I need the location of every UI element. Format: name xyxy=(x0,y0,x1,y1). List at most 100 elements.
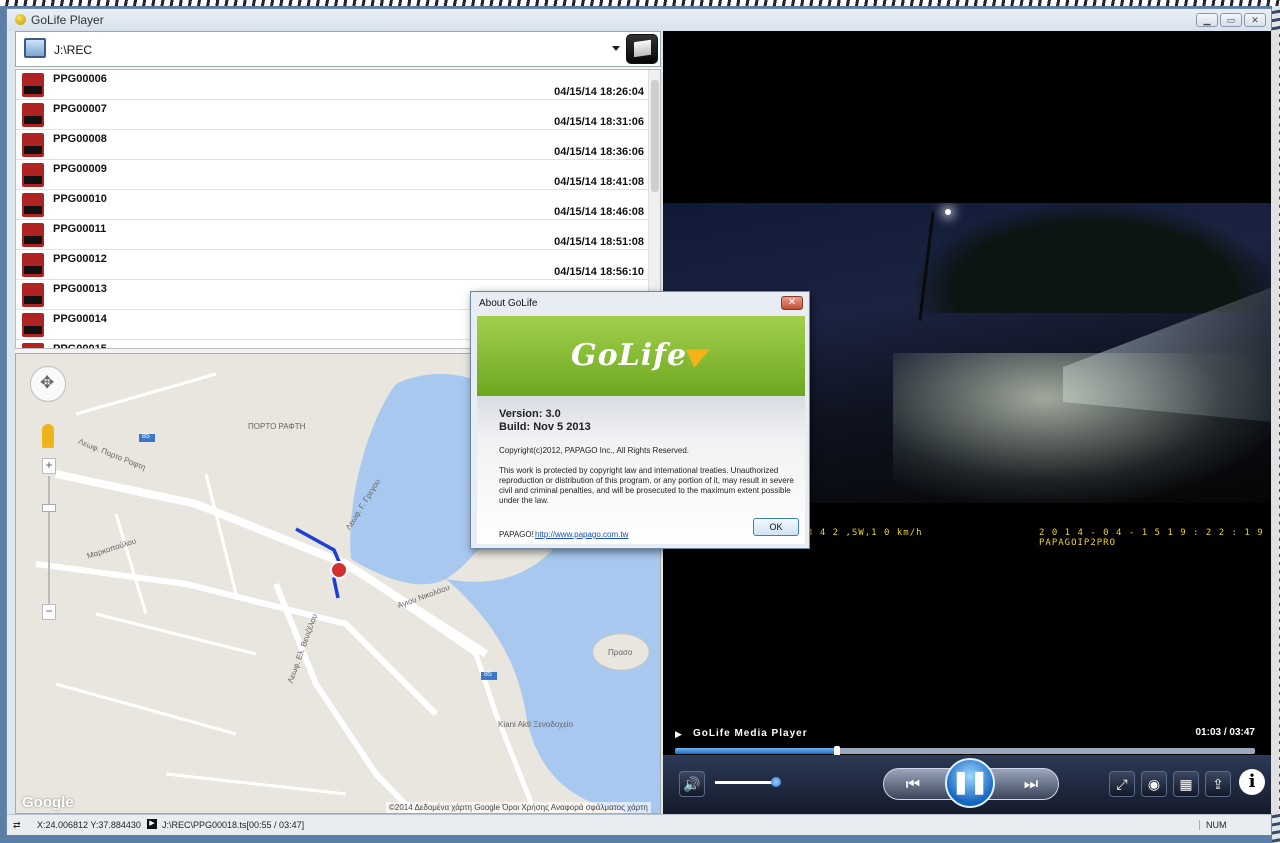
dialog-body: Version: 3.0 Build: Nov 5 2013 Copyright… xyxy=(477,396,805,544)
play-icon: ▶ xyxy=(675,729,682,739)
previous-button[interactable]: ⏮ xyxy=(894,774,932,796)
snapshot-icon[interactable]: ◉ xyxy=(1141,771,1167,797)
next-button[interactable]: ⏭ xyxy=(1012,774,1050,796)
p-live-video-icon xyxy=(22,253,44,277)
p-live-video-icon xyxy=(22,73,44,97)
dialog-close-button[interactable]: ✕ xyxy=(781,296,803,310)
close-button[interactable]: ✕ xyxy=(1244,13,1266,27)
legal-notice: This work is protected by copyright law … xyxy=(499,466,794,505)
file-name: PPG00006 xyxy=(53,73,107,85)
file-date: 04/15/14 18:26:04 xyxy=(554,86,644,98)
video-streetlight xyxy=(945,209,951,215)
file-date: 04/15/14 18:31:06 xyxy=(554,116,644,128)
chevron-down-icon[interactable] xyxy=(612,46,620,51)
file-date: 04/15/14 18:46:08 xyxy=(554,206,644,218)
video-date-stamp: 2 0 1 4 - 0 4 - 1 5 1 9 : 2 2 : 1 9 PAPA… xyxy=(1039,528,1264,548)
title-bar[interactable]: GoLife Player ▁ ▭ ✕ xyxy=(7,9,1271,31)
drive-icon xyxy=(24,38,46,58)
p-live-video-icon xyxy=(22,103,44,127)
video-speed-stamp: 3 4 2 ,SW,1 0 km/h xyxy=(807,528,923,538)
map-label: Kiani Akti Ξενοδοχείο xyxy=(498,720,574,729)
file-date: 04/15/14 18:56:10 xyxy=(554,266,644,278)
logo-arrow-icon xyxy=(685,340,715,368)
p-live-video-icon xyxy=(22,163,44,187)
file-name: PPG00007 xyxy=(53,103,107,115)
video-road xyxy=(893,353,1271,503)
open-folder-button[interactable] xyxy=(626,34,658,64)
desktop-background xyxy=(0,0,1280,6)
video-trees xyxy=(913,203,1271,313)
folder-icon xyxy=(634,39,651,58)
drive-path: J:\REC xyxy=(54,43,93,57)
current-file-status: J:\REC\PPG00018.ts[00:55 / 03:47] xyxy=(162,820,305,830)
window-scrollbar[interactable] xyxy=(1271,31,1279,814)
vendor-link[interactable]: http://www.papago.com.tw xyxy=(535,530,628,539)
file-date: 04/15/14 18:41:08 xyxy=(554,176,644,188)
zoom-in-button[interactable]: + xyxy=(42,458,56,474)
map-copyright[interactable]: ©2014 Δεδομένα χάρτη Google Όροι Χρήσης … xyxy=(386,802,651,813)
player-title: GoLife Media Player xyxy=(693,728,808,739)
file-name: PPG00012 xyxy=(53,253,107,265)
ok-button[interactable]: OK xyxy=(753,518,799,536)
player-time: 01:03 / 03:47 xyxy=(1195,727,1256,738)
file-date: 04/15/14 18:51:08 xyxy=(554,236,644,248)
route-shield: 85 xyxy=(142,433,150,440)
file-name: PPG00013 xyxy=(53,283,107,295)
file-name: PPG00009 xyxy=(53,163,107,175)
scrollbar-thumb[interactable] xyxy=(651,80,659,192)
zoom-out-button[interactable]: − xyxy=(42,604,56,620)
file-list-item[interactable]: PPG00006 04/15/14 18:26:04 xyxy=(16,70,660,100)
info-icon[interactable]: i xyxy=(1239,769,1265,795)
file-name: PPG00015 xyxy=(53,343,107,349)
gps-coordinates: X:24.006812 Y:37.884430 xyxy=(37,820,141,830)
pause-button[interactable]: ❚❚ xyxy=(945,758,995,808)
p-live-video-icon xyxy=(22,193,44,217)
num-lock-indicator: NUM xyxy=(1199,820,1269,830)
maximize-button[interactable]: ▭ xyxy=(1220,13,1242,27)
volume-slider[interactable] xyxy=(715,777,781,787)
file-name: PPG00010 xyxy=(53,193,107,205)
export-icon[interactable]: ▦ xyxy=(1173,771,1199,797)
route-shield: 85 xyxy=(484,671,492,678)
drive-selector[interactable]: J:\REC xyxy=(15,31,661,67)
player-title-bar: ▶ GoLife Media Player 01:03 / 03:47 xyxy=(663,725,1271,745)
seek-bar[interactable] xyxy=(675,746,1255,756)
volume-handle[interactable] xyxy=(770,777,781,787)
p-live-video-icon xyxy=(22,223,44,247)
file-list-item[interactable]: PPG00009 04/15/14 18:41:08 xyxy=(16,160,660,190)
vendor-label: PAPAGO! xyxy=(499,530,534,539)
play-icon: ▶ xyxy=(147,819,157,829)
zoom-slider-track[interactable] xyxy=(48,476,50,608)
google-logo: Google xyxy=(22,794,74,811)
p-live-video-icon xyxy=(22,283,44,307)
p-live-video-icon xyxy=(22,343,44,348)
window-title: GoLife Player xyxy=(31,13,104,27)
fullscreen-icon[interactable]: ⤢ xyxy=(1109,771,1135,797)
zoom-slider-thumb[interactable] xyxy=(42,504,56,512)
player-controls: 🔊 ⏮ ⏭ ❚❚ ⤢ ◉ ▦ ⇪ i xyxy=(663,755,1271,814)
volume-icon[interactable]: 🔊 xyxy=(679,771,705,797)
p-live-video-icon xyxy=(22,133,44,157)
file-name: PPG00008 xyxy=(53,133,107,145)
golife-logo: GoLife xyxy=(571,338,688,373)
map-label: ΠΟΡΤΟ ΡΑΦΤΗ xyxy=(248,422,306,431)
status-bar: ⇄ X:24.006812 Y:37.884430 ▶ J:\REC\PPG00… xyxy=(7,814,1271,835)
file-list-item[interactable]: PPG00010 04/15/14 18:46:08 xyxy=(16,190,660,220)
minimize-button[interactable]: ▁ xyxy=(1196,13,1218,27)
street-view-pegman-icon[interactable] xyxy=(42,424,54,448)
file-list-item[interactable]: PPG00008 04/15/14 18:36:06 xyxy=(16,130,660,160)
file-list-item[interactable]: PPG00011 04/15/14 18:51:08 xyxy=(16,220,660,250)
seek-bar-fill xyxy=(675,748,838,754)
version-text: Version: 3.0 xyxy=(499,408,561,420)
file-list-item[interactable]: PPG00012 04/15/14 18:56:10 xyxy=(16,250,660,280)
p-live-video-icon xyxy=(22,313,44,337)
copyright-text: Copyright(c)2012, PAPAGO Inc., All Right… xyxy=(499,446,690,455)
build-text: Build: Nov 5 2013 xyxy=(499,421,591,433)
golife-banner: GoLife xyxy=(477,316,805,396)
map-pan-control[interactable] xyxy=(30,366,66,402)
file-name: PPG00014 xyxy=(53,313,107,325)
upload-icon[interactable]: ⇪ xyxy=(1205,771,1231,797)
file-list-item[interactable]: PPG00007 04/15/14 18:31:06 xyxy=(16,100,660,130)
app-icon xyxy=(15,14,26,25)
file-date: 04/15/14 18:36:06 xyxy=(554,146,644,158)
